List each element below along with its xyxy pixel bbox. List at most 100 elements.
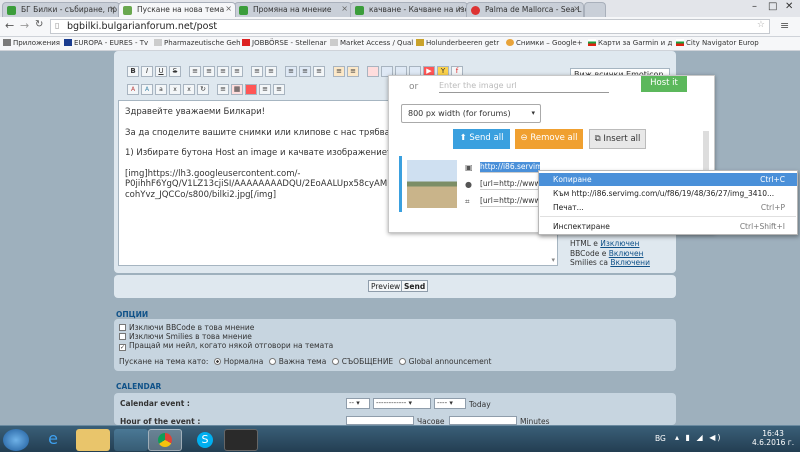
option-disable-smilies[interactable]: Изключи Smilies в това мнение xyxy=(119,332,252,341)
menu-item-print[interactable]: Печат... Ctrl+P xyxy=(539,201,797,214)
strike-button[interactable]: S xyxy=(169,66,181,77)
image-icon: ▣ xyxy=(465,163,473,172)
checkbox[interactable] xyxy=(119,333,126,340)
tab-upload[interactable]: качване - Качване на изо × xyxy=(350,2,468,17)
day-select[interactable]: -- ▾ xyxy=(346,398,370,409)
rotate-button[interactable]: ↻ xyxy=(197,84,209,95)
radio-announcement[interactable] xyxy=(331,358,339,365)
back-icon[interactable]: ← xyxy=(5,19,14,32)
close-icon[interactable]: × xyxy=(457,4,464,13)
bookmark-city-navigator[interactable]: City Navigator Europ xyxy=(676,39,759,47)
insert-all-button[interactable]: ⧉ Insert all xyxy=(589,129,646,149)
calendar-button[interactable]: ▦ xyxy=(231,84,243,95)
today-link[interactable]: Today xyxy=(469,400,491,409)
new-tab-button[interactable] xyxy=(584,2,606,17)
font-size-button[interactable]: A xyxy=(127,84,139,95)
tab-palma[interactable]: Palma de Mallorca - Sea L × xyxy=(466,2,584,17)
send-all-button[interactable]: ⬆ Send all xyxy=(453,129,510,149)
source-button[interactable]: ≡ xyxy=(273,84,285,95)
thumb-link-field[interactable]: [url=http://www.servimg.com/view/1948362… xyxy=(480,196,542,207)
year-select[interactable]: ---- ▾ xyxy=(434,398,466,409)
reload-icon[interactable]: ↻ xyxy=(35,19,43,30)
chrome-icon[interactable] xyxy=(148,429,182,451)
bookmark-garmin[interactable]: Карти за Garmin и д xyxy=(588,39,672,47)
preview-button[interactable]: Preview xyxy=(368,280,404,292)
underline-button[interactable]: U xyxy=(155,66,167,77)
bold-button[interactable]: B xyxy=(127,66,139,77)
hr-button[interactable]: ≡ xyxy=(265,66,277,77)
clock[interactable]: 16:43 4.6.2016 г. xyxy=(752,429,794,447)
sub-button[interactable]: x xyxy=(169,84,181,95)
bookmark-google-photos[interactable]: Снимки – Google+ xyxy=(506,39,583,47)
media-player-icon[interactable] xyxy=(114,429,148,451)
font-color-button[interactable]: A xyxy=(141,84,153,95)
bbcode-link-field[interactable]: [url=http://www.servimg.com/view/1948362… xyxy=(480,179,542,190)
quote-button[interactable]: ≡ xyxy=(285,66,297,77)
minimize-icon[interactable]: – xyxy=(752,1,757,12)
bookmark-jobboerse[interactable]: JOBBÖRSE - Stellenar xyxy=(242,39,327,47)
justify-button[interactable]: ≡ xyxy=(231,66,243,77)
option-disable-bbcode[interactable]: Изключи BBCode в това мнение xyxy=(119,323,254,332)
close-icon[interactable]: × xyxy=(109,4,116,13)
tab-new-topic[interactable]: Пускане на нова тема × xyxy=(118,2,236,17)
table-button[interactable]: ≡ xyxy=(313,66,325,77)
uploaded-image-thumbnail[interactable] xyxy=(407,160,457,208)
align-center-button[interactable]: ≡ xyxy=(203,66,215,77)
close-icon[interactable]: × xyxy=(341,4,348,13)
start-button[interactable] xyxy=(3,429,29,451)
image-button[interactable] xyxy=(367,66,379,77)
bookmark-pharma[interactable]: Pharmazeutische Geh xyxy=(154,39,241,47)
align-left-button[interactable]: ≡ xyxy=(189,66,201,77)
radio-global[interactable] xyxy=(398,358,406,365)
skype-icon[interactable]: S xyxy=(188,429,222,451)
menu-icon[interactable]: ≡ xyxy=(780,19,789,32)
spoiler-button[interactable]: ≡ xyxy=(347,66,359,77)
hide-button[interactable]: ≡ xyxy=(333,66,345,77)
forward-icon[interactable]: → xyxy=(20,19,29,32)
remove-all-button[interactable]: ⊖ Remove all xyxy=(515,129,583,149)
month-select[interactable]: ------------ ▾ xyxy=(373,398,431,409)
list-button[interactable]: ≡ xyxy=(251,66,263,77)
bookmark-holunder[interactable]: Holunderbeeren getr xyxy=(416,39,499,47)
star-icon[interactable]: ☆ xyxy=(757,20,765,30)
send-button[interactable]: Send xyxy=(401,280,429,292)
tab-bgbilki[interactable]: БГ Билки - събиране, пр × xyxy=(2,2,120,17)
address-bar[interactable]: ▯ bgbilki.bulgarianforum.net/post ☆ xyxy=(50,19,770,34)
option-notify[interactable]: ✓ Пращай ми нейл, когато някой отговори н… xyxy=(119,341,333,351)
font-family-button[interactable]: a xyxy=(155,84,167,95)
checkbox-checked[interactable]: ✓ xyxy=(119,344,126,351)
direct-link-field[interactable]: http://i86.servimg.com/u/f86/19/48/36/27… xyxy=(480,162,540,173)
sup-button[interactable]: x xyxy=(183,84,195,95)
bug-button[interactable] xyxy=(245,84,257,95)
host-it-button[interactable]: Host it xyxy=(641,76,687,92)
bookmark-eures[interactable]: EUROPA - EURES - Tv xyxy=(64,39,148,47)
menu-item-goto[interactable]: Към http://i86.servimg.com/u/f86/19/48/3… xyxy=(539,187,797,200)
resize-handle-icon[interactable]: ▾ xyxy=(551,255,555,266)
explorer-icon[interactable] xyxy=(76,429,110,451)
menu-item-inspect[interactable]: Инспектиране Ctrl+Shift+I xyxy=(539,220,797,233)
code-button[interactable]: ≡ xyxy=(299,66,311,77)
radio-sticky[interactable] xyxy=(268,358,276,365)
bookmark-apps[interactable]: Приложения xyxy=(3,39,60,47)
radio-normal[interactable] xyxy=(213,358,221,365)
bookmark-market-access[interactable]: Market Access / Qual xyxy=(330,39,413,47)
marquee-button[interactable]: ≡ xyxy=(217,84,229,95)
italic-button[interactable]: I xyxy=(141,66,153,77)
close-icon[interactable]: × xyxy=(225,4,232,13)
close-icon[interactable]: × xyxy=(573,4,580,13)
language-indicator[interactable]: BG xyxy=(655,434,666,443)
tray-icons[interactable]: ▴ ▮ ◢ ◀) xyxy=(675,433,722,442)
tab-edit-post[interactable]: Промяна на мнение × xyxy=(234,2,352,17)
image-url-input[interactable]: Enter the image url xyxy=(439,79,609,93)
size-select[interactable]: 800 px width (for forums) ▾ xyxy=(401,104,541,123)
checkbox[interactable] xyxy=(119,324,126,331)
ie-icon[interactable]: e xyxy=(36,429,70,451)
minutes-input[interactable] xyxy=(449,416,517,425)
close-window-icon[interactable]: ✕ xyxy=(785,1,793,12)
misc-button[interactable]: ≡ xyxy=(259,84,271,95)
align-right-button[interactable]: ≡ xyxy=(217,66,229,77)
app-icon[interactable] xyxy=(224,429,258,451)
hours-input[interactable] xyxy=(346,416,414,425)
maximize-icon[interactable]: □ xyxy=(768,1,777,12)
menu-item-copy[interactable]: Копиране Ctrl+C xyxy=(539,173,797,186)
